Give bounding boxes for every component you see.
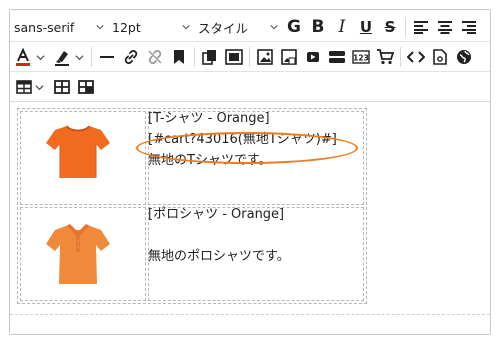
polo-title: [ポロシャツ - Orange]: [148, 207, 285, 222]
italic-button[interactable]: I: [331, 15, 353, 39]
source-code-button[interactable]: [405, 45, 427, 69]
insert-table-button[interactable]: [14, 75, 34, 99]
style-label: スタイル: [198, 20, 249, 36]
cart-icon: [377, 49, 394, 65]
copy-format-button[interactable]: [199, 45, 221, 69]
font-color-icon: [16, 48, 30, 66]
toolbar-row-divider: [10, 71, 490, 72]
chevron-down-icon[interactable]: [36, 53, 45, 62]
numbers-icon-label: 123: [353, 54, 369, 63]
toolbar-divider: [194, 47, 195, 67]
align-center-button[interactable]: [434, 15, 456, 39]
cart-tag-highlight-ellipse: [136, 132, 358, 164]
unlink-button[interactable]: [144, 45, 166, 69]
copy-icon: [202, 50, 216, 65]
align-center-icon: [438, 21, 452, 34]
document-icon: [433, 49, 447, 65]
table-layout-icon: [78, 80, 94, 94]
toolbar-divider: [400, 47, 401, 67]
orange-polo-shirt-image: [46, 224, 110, 284]
insert-number-button[interactable]: 123: [350, 45, 372, 69]
bold-button[interactable]: B: [307, 15, 329, 39]
editor-frame: sans-serif 12pt スタイル G B I U S 123 [T-シャ…: [9, 9, 491, 335]
chevron-down-icon[interactable]: [35, 83, 44, 92]
table-icon: [16, 80, 32, 94]
font-family-value: sans-serif: [14, 19, 75, 35]
insert-cart-button[interactable]: [374, 45, 396, 69]
align-right-button[interactable]: [458, 15, 480, 39]
font-family-dropdown[interactable]: sans-serif: [10, 15, 108, 39]
align-left-icon: [414, 21, 428, 34]
video-icon: [307, 52, 319, 62]
toolbar-row-3: [10, 73, 98, 101]
editor-content[interactable]: [T-シャツ - Orange] [#cart?43016(無地Tシャツ)#] …: [10, 101, 490, 334]
bold-g-button[interactable]: G: [283, 15, 305, 39]
underline-button[interactable]: U: [355, 15, 377, 39]
image-icon: [257, 49, 273, 65]
unlink-icon: [148, 50, 162, 64]
toolbar-row-1: sans-serif 12pt スタイル G B I U S: [10, 13, 481, 41]
image-gallery-button[interactable]: [278, 45, 300, 69]
insert-link-button[interactable]: [120, 45, 142, 69]
font-size-value: 12pt: [112, 19, 141, 35]
gallery-icon: [281, 49, 297, 65]
chevron-down-icon[interactable]: [75, 53, 84, 62]
toolbar-divider: [405, 17, 406, 37]
editor-toolbar: sans-serif 12pt スタイル G B I U S 123: [10, 10, 490, 100]
numbers-icon: 123: [352, 50, 370, 64]
code-icon: [407, 51, 425, 63]
polo-description: 無地のポロシャツです。: [148, 249, 290, 264]
toolbar-row-divider: [10, 41, 490, 42]
toolbar-divider: [249, 47, 250, 67]
strikethrough-button[interactable]: S: [379, 15, 401, 39]
insert-image-button[interactable]: [254, 45, 276, 69]
chevron-down-icon: [96, 25, 104, 30]
bookmark-button[interactable]: [168, 45, 190, 69]
orange-tshirt-image: [46, 125, 110, 178]
link-icon: [124, 50, 138, 64]
style-dropdown[interactable]: スタイル: [194, 15, 282, 39]
tshirt-title: [T-シャツ - Orange]: [148, 111, 270, 126]
font-size-dropdown[interactable]: 12pt: [108, 15, 194, 39]
image-frame-icon: [225, 49, 243, 65]
insert-media-frame-button[interactable]: [223, 45, 245, 69]
chevron-down-icon: [270, 25, 278, 30]
globe-icon: [457, 50, 471, 64]
document-button[interactable]: [429, 45, 451, 69]
bookmark-icon: [174, 50, 184, 64]
chevron-down-icon: [182, 25, 190, 30]
font-color-button[interactable]: [11, 45, 35, 69]
horizontal-rule-button[interactable]: [96, 45, 118, 69]
toolbar-row-2: 123: [10, 43, 476, 71]
preview-button[interactable]: [453, 45, 475, 69]
button-block-icon: [329, 51, 345, 63]
toolbar-divider: [91, 47, 92, 67]
insert-button-element[interactable]: [326, 45, 348, 69]
align-right-icon: [462, 21, 476, 34]
table-cells-icon: [54, 80, 70, 94]
highlight-color-button[interactable]: [50, 45, 74, 69]
horizontal-line-icon: [100, 56, 114, 58]
insert-video-button[interactable]: [302, 45, 324, 69]
table-cell-button[interactable]: [51, 75, 73, 99]
align-left-button[interactable]: [410, 15, 432, 39]
content-divider: [10, 314, 490, 315]
highlighter-icon: [55, 51, 69, 66]
table-layout-button[interactable]: [75, 75, 97, 99]
